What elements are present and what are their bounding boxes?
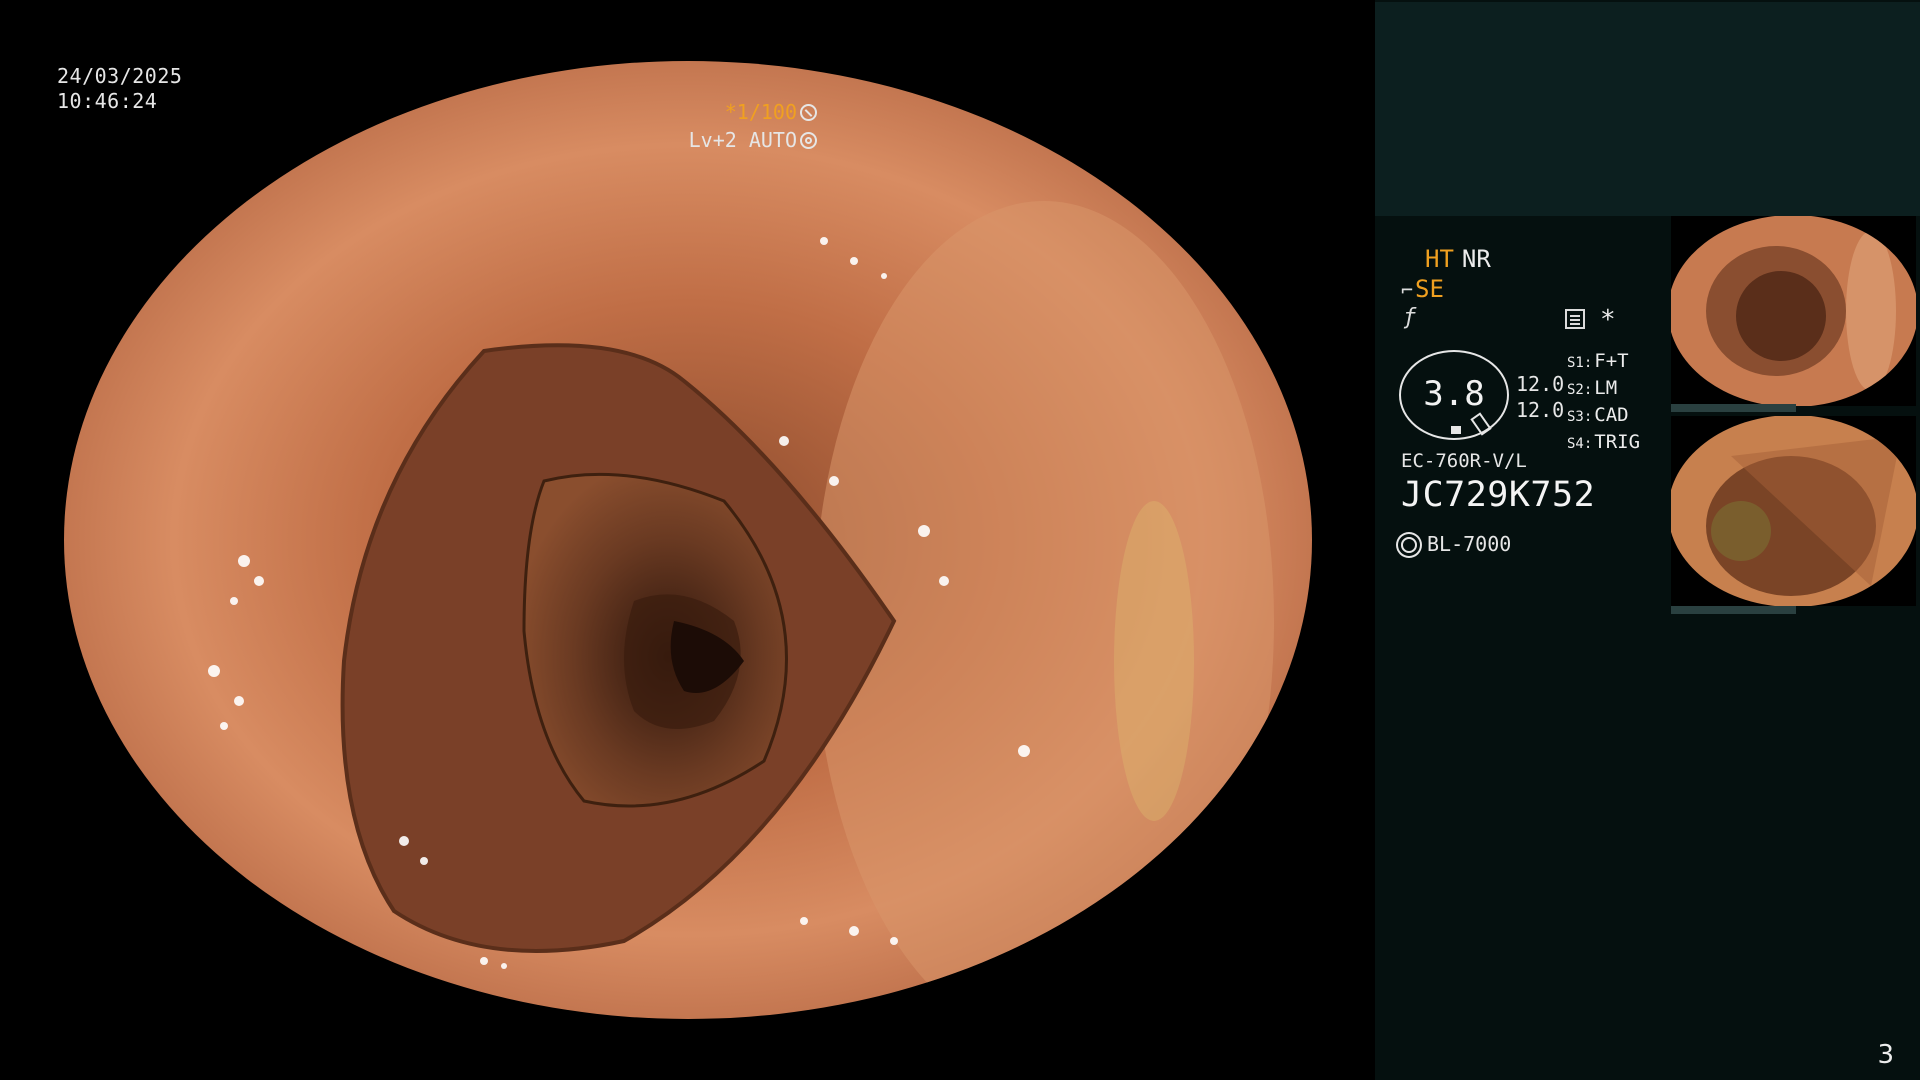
dial-mark	[1451, 426, 1461, 434]
star-icon: *	[1600, 305, 1616, 335]
sun-icon	[1401, 537, 1417, 553]
endoscope-view: 24/03/2025 10:46:24 *1/100 Lv+2 AUTO	[0, 0, 1375, 1080]
pump-icon: ⌐	[1401, 278, 1414, 302]
auto-icon	[800, 132, 817, 149]
switch-assignments: S1: F+T S2: LM S3: CAD S4: TRIG	[1567, 349, 1640, 457]
switch-item: S1: F+T	[1567, 350, 1629, 372]
mode-se: SE	[1415, 275, 1444, 303]
thumbnail-1[interactable]	[1671, 216, 1916, 406]
shutter-value: *1/100	[724, 100, 797, 124]
time-label: 10:46:24	[57, 89, 158, 113]
thumbnail-2[interactable]	[1671, 416, 1916, 606]
dial-value: 3.8	[1423, 374, 1485, 414]
brightness-level: Lv+2 AUTO	[689, 128, 817, 152]
switch-item: S2: LM	[1567, 377, 1618, 399]
panel-header-area	[1375, 2, 1920, 216]
page-number: 3	[1877, 1040, 1894, 1070]
light-source-label: BL-7000	[1427, 532, 1512, 556]
date-label: 24/03/2025	[57, 64, 183, 88]
shutter-speed: *1/100	[725, 100, 817, 124]
brightness-value: Lv+2 AUTO	[688, 128, 797, 152]
thumbnail-bar	[1671, 606, 1796, 614]
light-source: BL-7000	[1401, 532, 1511, 556]
structure-enhancement: ⌐SE	[1401, 275, 1444, 303]
zoom-dial: 3.8	[1399, 350, 1509, 440]
shutter-icon	[800, 104, 817, 121]
dial-tab	[1470, 412, 1492, 436]
switch-item: S3: CAD	[1567, 404, 1629, 426]
status-panel: HT NR ⌐SE ƒ * 3.8 12.0 12.0 S1: F+T S2: LM …	[1375, 0, 1920, 1080]
endoscopic-image	[64, 61, 1312, 1019]
switch-item: S4: TRIG	[1567, 431, 1641, 453]
mode-ht: HT	[1425, 245, 1454, 273]
value-1: 12.0	[1516, 372, 1565, 396]
mode-nr: NR	[1461, 245, 1491, 273]
value-2: 12.0	[1516, 398, 1565, 422]
fx-icon: ƒ	[1403, 305, 1417, 330]
thumbnail-bar	[1671, 404, 1796, 412]
enhancement-modes: HT NR	[1425, 245, 1491, 273]
scope-model: EC-760R-V/L	[1401, 450, 1527, 472]
scope-serial: JC729K752	[1401, 475, 1596, 515]
menu-icon	[1565, 309, 1585, 329]
